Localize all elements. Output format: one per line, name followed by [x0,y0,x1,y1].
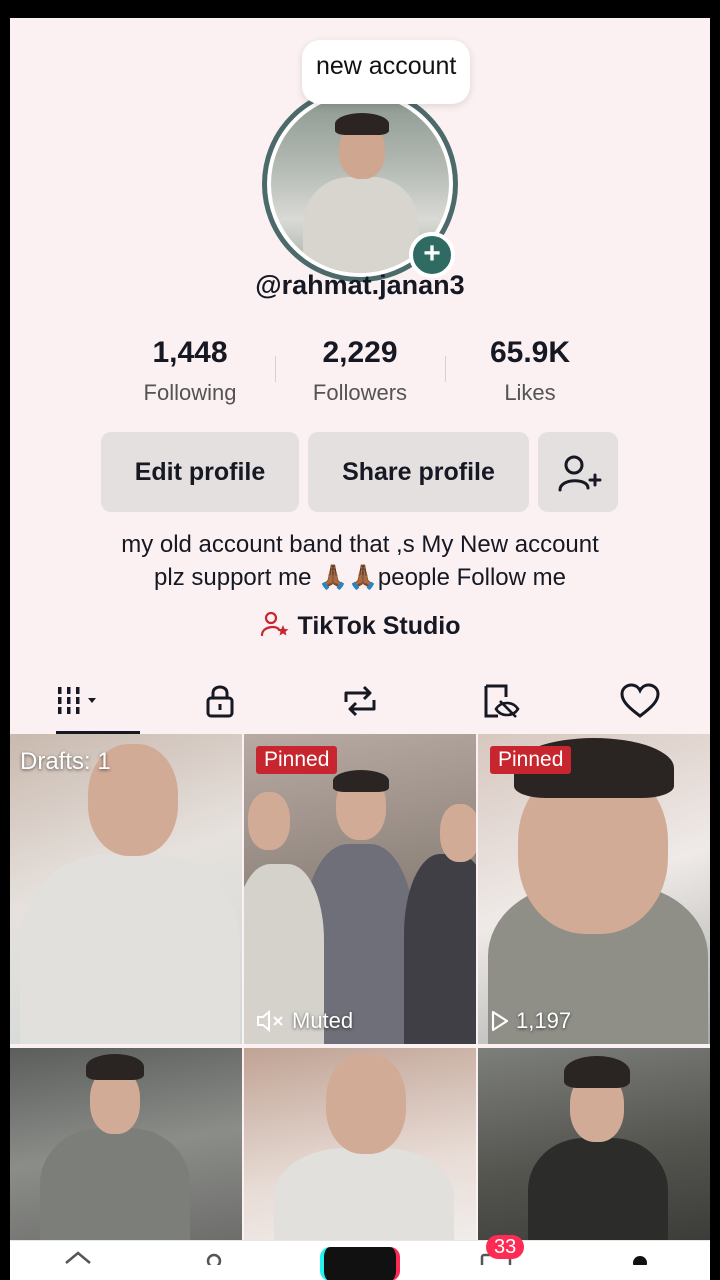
following-count: 1,448 [152,336,228,369]
pinned-badge: Pinned [490,746,572,774]
person-add-icon [558,455,602,492]
tab-reposts[interactable] [290,668,430,734]
lock-icon [206,685,234,718]
eye-off-icon [484,684,520,718]
stat-likes[interactable]: 65.9K Likes [445,336,615,416]
view-count: 1,197 [490,1008,571,1034]
repost-icon [344,685,376,717]
inbox-badge: 33 [486,1235,525,1259]
bio-line-2: plz support me 🙏🏾🙏🏾people Follow me [154,564,566,591]
content-tabs [10,668,710,734]
person-star-icon [260,611,289,637]
share-profile-button[interactable]: Share profile [308,432,529,512]
home-icon[interactable] [58,1245,98,1265]
video-tile-pinned-2[interactable]: Pinned 1,197 [478,734,710,1044]
video-tile[interactable] [478,1048,710,1248]
bio-line-1: my old account band that ,s My New accou… [121,531,599,558]
tab-private[interactable] [150,668,290,734]
tiktok-studio-link[interactable]: TikTok Studio [10,610,710,641]
add-friend-button[interactable] [538,432,618,512]
edit-profile-button[interactable]: Edit profile [101,432,299,512]
following-label: Following [143,380,237,405]
stat-followers[interactable]: 2,229 Followers [275,336,445,416]
video-tile[interactable] [10,1048,242,1248]
likes-count: 65.9K [489,336,571,369]
muted-indicator: Muted [256,1008,353,1034]
profile-avatar[interactable]: + [262,86,458,282]
bottom-nav: 33 [10,1235,710,1280]
profile-bio: my old account band that ,s My New accou… [10,528,710,594]
tab-liked[interactable] [570,668,710,734]
followers-count: 2,229 [322,336,398,369]
username: @rahmat.janan3 [255,270,465,300]
view-count-label: 1,197 [516,1008,572,1033]
heart-icon [620,683,660,718]
video-tile-drafts[interactable]: Drafts: 1 [10,734,242,1044]
pinned-badge: Pinned [256,746,338,774]
muted-label: Muted [292,1008,354,1033]
tab-hidden[interactable] [430,668,570,734]
video-tile[interactable] [244,1048,476,1248]
tab-videos[interactable] [10,668,150,734]
profile-icon[interactable] [620,1245,660,1265]
stat-following[interactable]: 1,448 Following [105,336,275,416]
profile-screen: + new account @rahmat.janan3 1,448 Follo… [10,18,710,1280]
speaker-muted-icon [257,1009,283,1033]
likes-label: Likes [504,380,556,405]
note-bubble[interactable]: new account [302,40,471,104]
grid-icon [58,687,96,714]
drafts-label: Drafts: 1 [20,748,111,775]
studio-label: TikTok Studio [297,612,461,640]
create-button[interactable] [320,1247,400,1280]
video-grid: Drafts: 1 Pinned Muted Pinned 1,197 [10,734,710,1248]
profile-stats: 1,448 Following 2,229 Followers 65.9K Li… [105,336,615,416]
friends-icon[interactable] [194,1245,234,1265]
play-icon [491,1010,509,1032]
followers-label: Followers [312,380,408,405]
video-tile-pinned-1[interactable]: Pinned Muted [244,734,476,1044]
